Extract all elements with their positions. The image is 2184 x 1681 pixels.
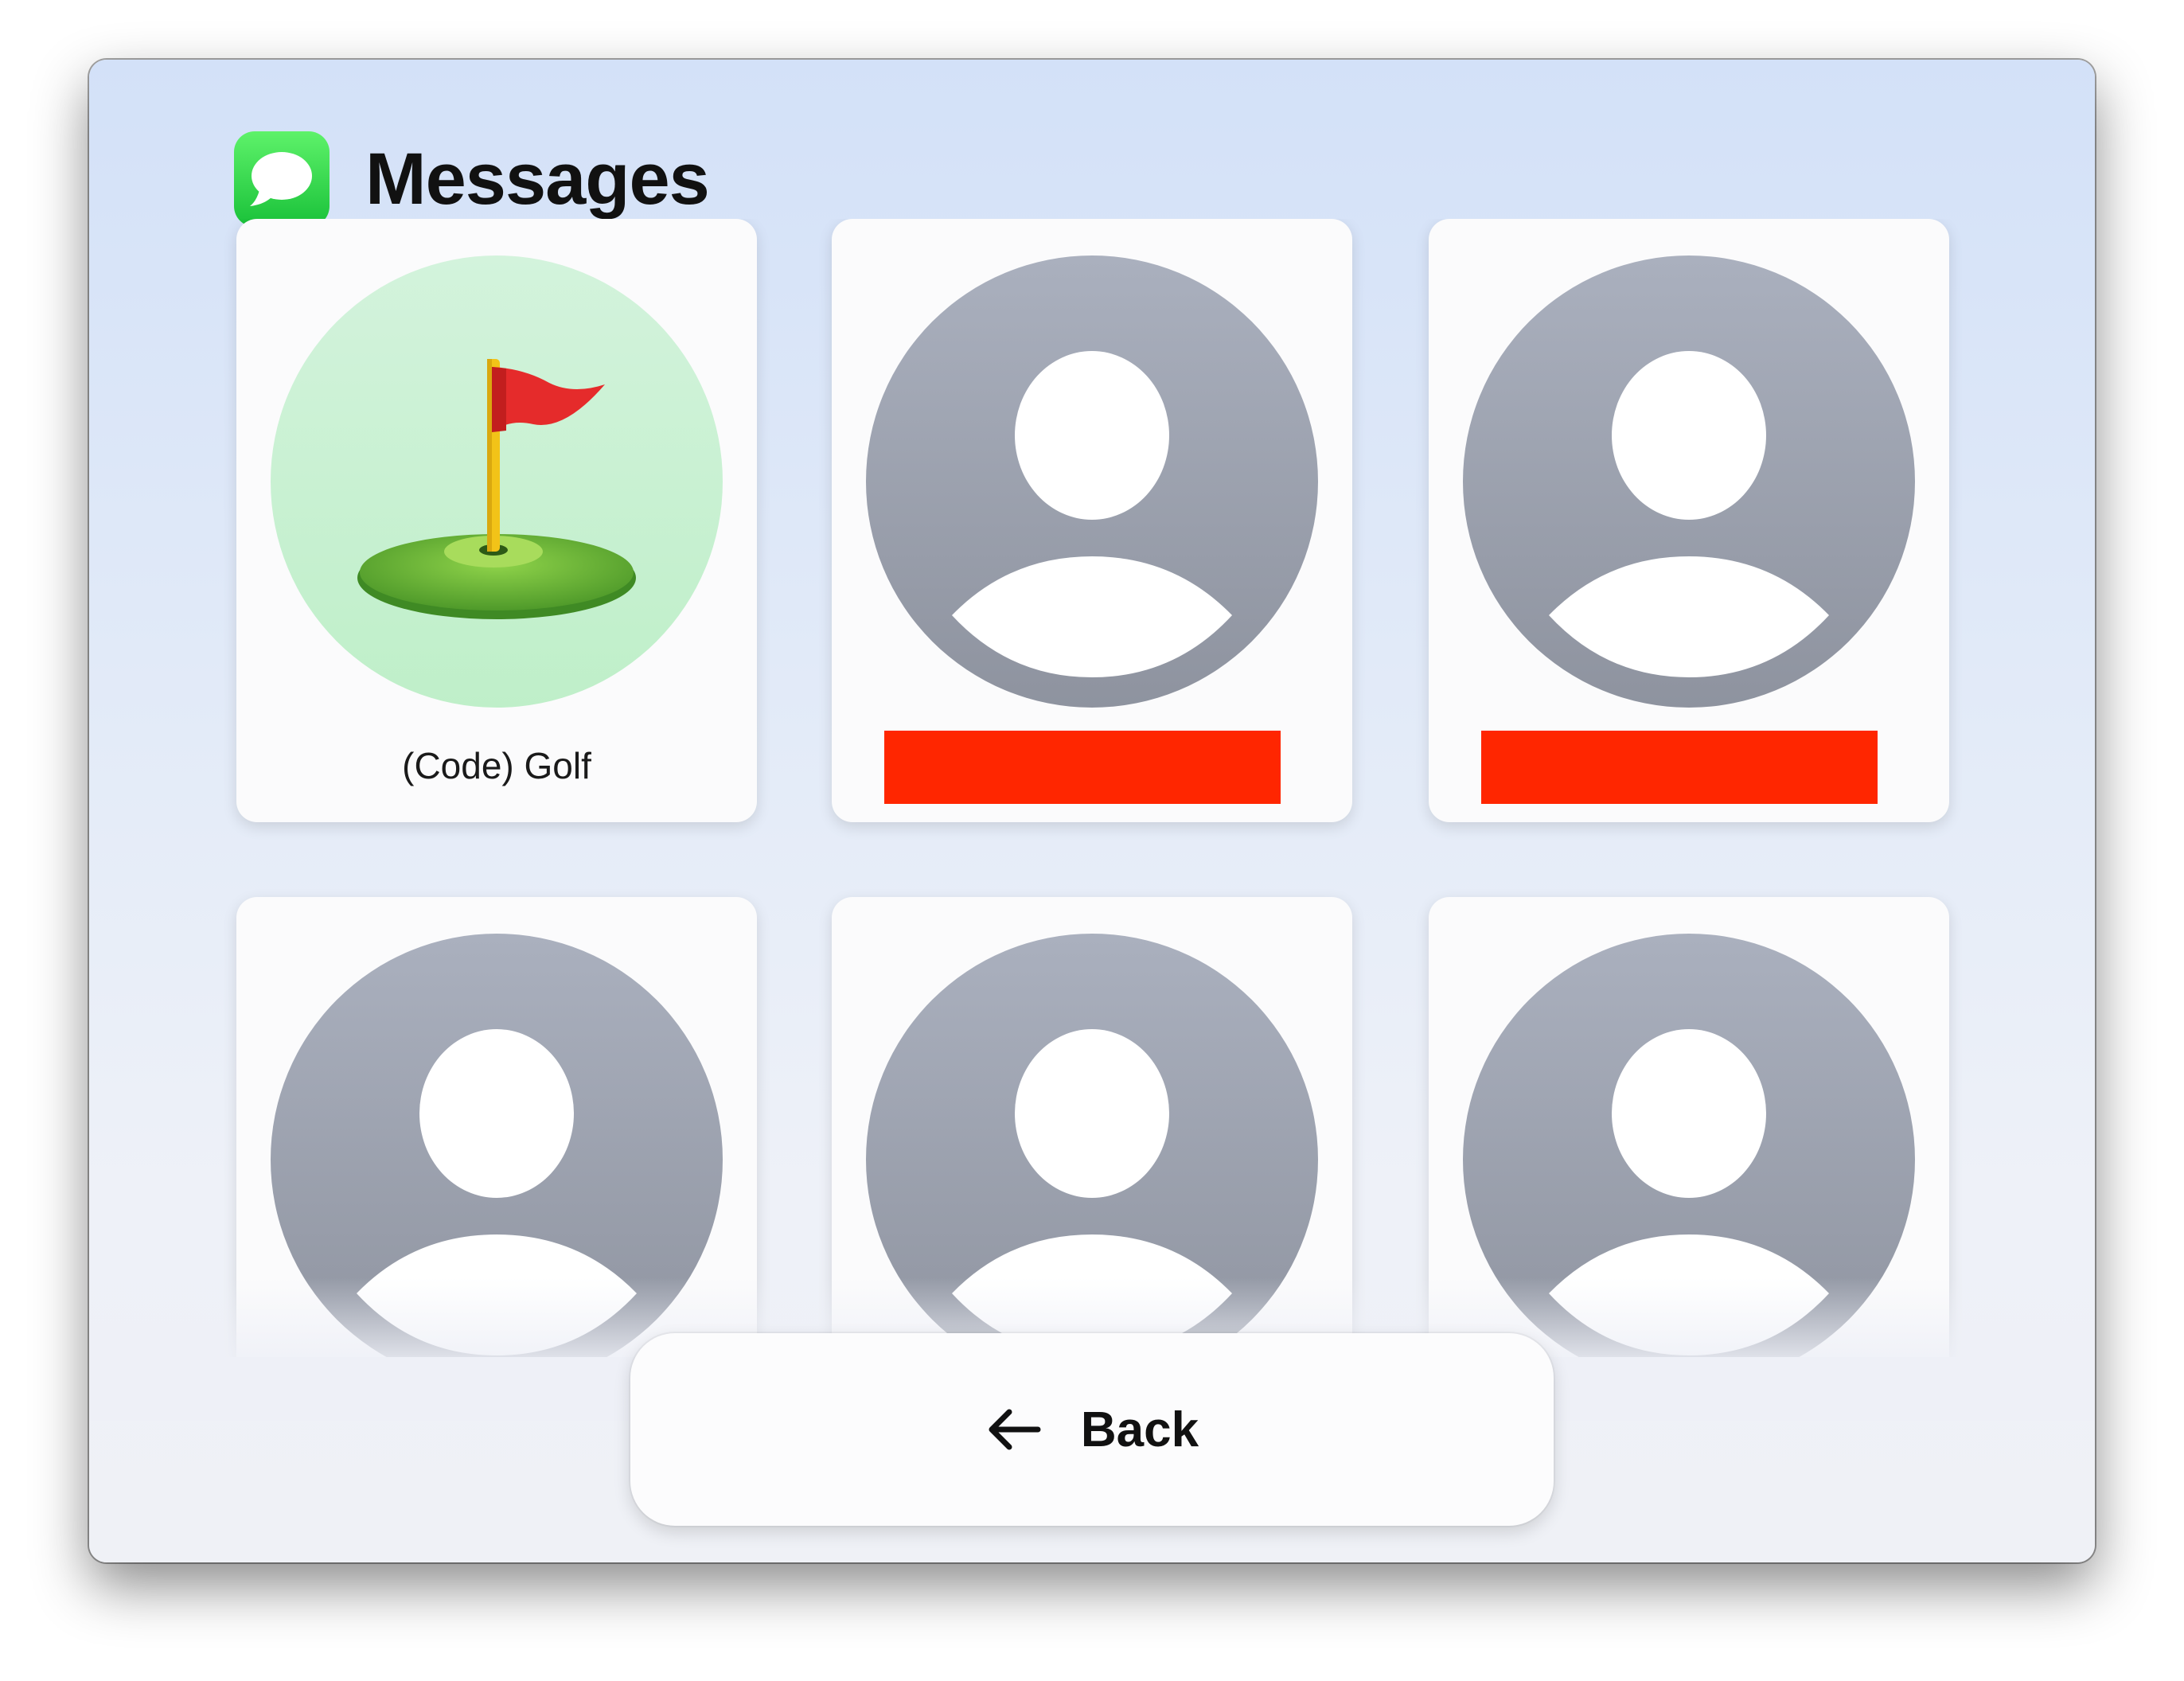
contact-label: (Code) Golf xyxy=(402,745,591,786)
back-button-label: Back xyxy=(1080,1402,1199,1457)
contact-grid: (Code) Golf xyxy=(89,219,2095,1357)
contact-card-2[interactable] xyxy=(832,219,1352,822)
back-button[interactable]: Back xyxy=(630,1333,1554,1526)
golf-flag-avatar xyxy=(271,255,723,708)
contact-card-golf[interactable]: (Code) Golf xyxy=(236,219,757,822)
contact-card-3[interactable] xyxy=(1429,219,1949,822)
person-placeholder-avatar xyxy=(1463,934,1915,1357)
app-header: Messages xyxy=(234,131,710,227)
arrow-left-icon xyxy=(985,1407,1041,1452)
contact-card-5[interactable] xyxy=(832,897,1352,1357)
redacted-name xyxy=(1481,731,1878,804)
app-title: Messages xyxy=(365,138,710,220)
person-placeholder-avatar xyxy=(866,934,1318,1357)
person-placeholder-avatar xyxy=(271,934,723,1357)
messages-window: Messages (Code) Golf Back xyxy=(89,60,2095,1562)
contact-card-6[interactable] xyxy=(1429,897,1949,1357)
person-placeholder-avatar xyxy=(1463,255,1915,708)
redacted-name xyxy=(884,731,1281,804)
person-placeholder-avatar xyxy=(866,255,1318,708)
messages-app-icon xyxy=(234,131,330,227)
contact-card-4[interactable] xyxy=(236,897,757,1357)
